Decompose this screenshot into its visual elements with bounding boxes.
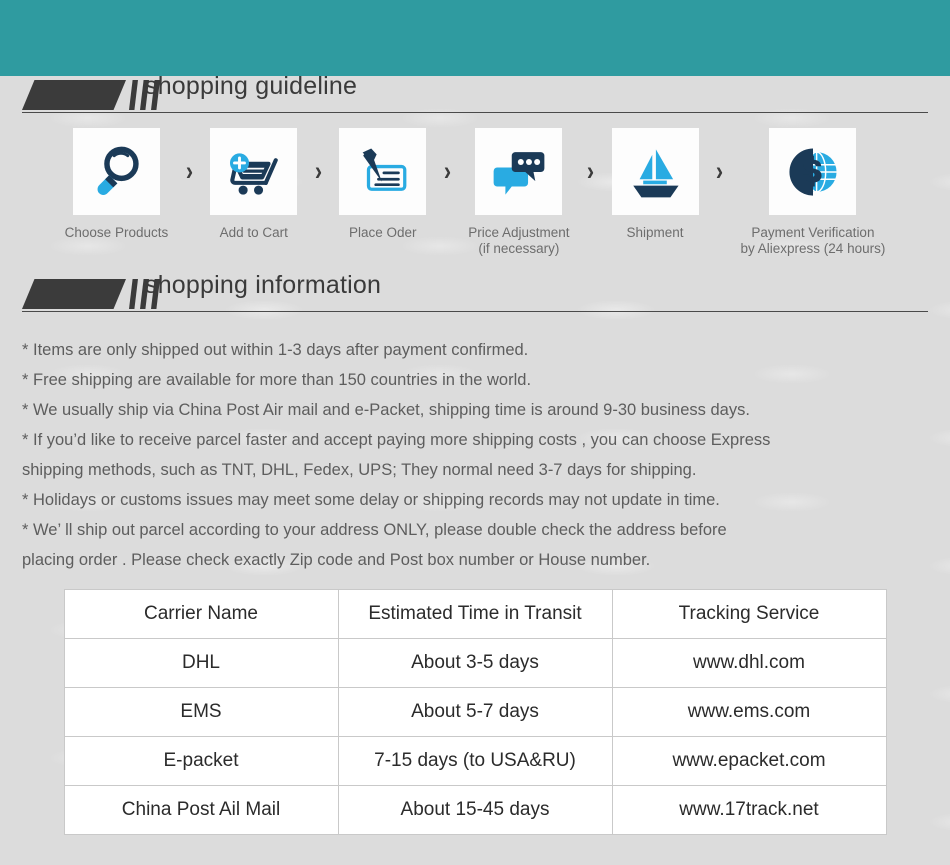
info-line: * Items are only shipped out within 1-3 …	[22, 341, 529, 359]
guideline-divider	[22, 112, 928, 113]
table-row: EMS About 5-7 days www.ems.com	[63, 687, 887, 737]
chevron-right-icon: ›	[715, 156, 724, 186]
tag-slash-icon-1	[129, 279, 138, 309]
step-separator-4: ›	[570, 128, 612, 215]
step-icon-box	[210, 128, 298, 215]
guideline-heading: shopping guideline	[145, 72, 358, 100]
dollar-globe-icon	[789, 147, 837, 196]
step-label: Payment Verification by Aliexpress (24 h…	[740, 225, 886, 256]
cell-carrier: China Post Ail Mail	[63, 785, 339, 835]
step-separator-1: ›	[168, 128, 210, 215]
tag-parallelogram-icon	[22, 279, 126, 309]
guideline-tag-decoration	[22, 80, 160, 110]
cell-carrier: E-packet	[63, 736, 339, 786]
step-label: Shipment	[626, 225, 684, 240]
cell-tracking-url[interactable]: www.17track.net	[611, 785, 887, 835]
sailboat-icon	[633, 148, 679, 197]
step-icon-box	[475, 128, 563, 215]
table-header-row: Carrier Name Estimated Time in Transit T…	[63, 589, 887, 639]
cell-transit-time: About 15-45 days	[337, 785, 613, 835]
step-choose-products[interactable]: Choose Products	[64, 128, 169, 241]
pen-card-icon	[362, 147, 407, 191]
info-line: * If you’d like to receive parcel faster…	[22, 431, 771, 479]
info-line: * We usually ship via China Post Air mai…	[22, 401, 750, 419]
information-tag-decoration	[22, 279, 160, 309]
step-label: Choose Products	[64, 225, 169, 240]
table-row: DHL About 3-5 days www.dhl.com	[63, 638, 887, 688]
tag-parallelogram-icon	[22, 80, 126, 110]
cell-carrier: EMS	[63, 687, 339, 737]
cell-carrier: DHL	[63, 638, 339, 688]
column-header-transit-time: Estimated Time in Transit	[337, 589, 613, 639]
step-place-order[interactable]: Place Oder	[339, 128, 427, 241]
info-line: * We’ ll ship out parcel according to yo…	[22, 521, 727, 569]
table-row: E-packet 7-15 days (to USA&RU) www.epack…	[63, 736, 887, 786]
info-line: * Free shipping are available for more t…	[22, 371, 532, 389]
information-section-header: shopping information	[0, 271, 950, 319]
shipping-info-page: shopping guideline Choose Products › Add…	[0, 0, 950, 865]
cell-tracking-url[interactable]: www.dhl.com	[611, 638, 887, 688]
chat-bubbles-icon	[493, 151, 545, 195]
step-shipment[interactable]: Shipment	[611, 128, 699, 241]
step-add-to-cart[interactable]: Add to Cart	[210, 128, 298, 241]
step-label: Place Oder	[348, 225, 417, 240]
step-icon-box	[72, 128, 160, 215]
top-color-bar	[0, 0, 950, 76]
guideline-section-header: shopping guideline	[0, 72, 950, 120]
shipping-table-wrapper: Carrier Name Estimated Time in Transit T…	[0, 575, 950, 835]
table-row: China Post Ail Mail About 15-45 days www…	[63, 785, 887, 835]
cell-tracking-url[interactable]: www.ems.com	[611, 687, 887, 737]
step-separator-5: ›	[699, 128, 741, 215]
step-icon-box	[339, 128, 427, 215]
magnifier-icon	[97, 146, 140, 195]
step-price-adjustment[interactable]: Price Adjustment (if necessary)	[468, 128, 570, 257]
step-label: Price Adjustment (if necessary)	[468, 225, 570, 256]
step-separator-2: ›	[297, 128, 339, 215]
chevron-right-icon: ›	[314, 156, 322, 186]
step-icon-box	[611, 128, 699, 215]
chevron-right-icon: ›	[586, 156, 595, 186]
chevron-right-icon: ›	[185, 156, 193, 186]
info-line: * Holidays or customs issues may meet so…	[22, 491, 720, 509]
cell-transit-time: About 3-5 days	[337, 638, 613, 688]
column-header-carrier: Carrier Name	[63, 589, 339, 639]
add-to-cart-icon	[229, 152, 278, 195]
information-list: * Items are only shipped out within 1-3 …	[0, 319, 950, 575]
information-divider	[22, 311, 928, 312]
step-label: Add to Cart	[219, 225, 288, 240]
cell-tracking-url[interactable]: www.epacket.com	[611, 736, 887, 786]
guideline-steps: Choose Products › Add to Cart › Place Od…	[0, 120, 950, 257]
step-icon-box	[769, 128, 857, 215]
column-header-tracking: Tracking Service	[611, 589, 887, 639]
cell-transit-time: About 5-7 days	[337, 687, 613, 737]
cell-transit-time: 7-15 days (to USA&RU)	[337, 736, 613, 786]
shipping-table: Carrier Name Estimated Time in Transit T…	[63, 589, 887, 835]
information-heading: shopping information	[145, 271, 382, 299]
tag-slash-icon-1	[129, 80, 138, 110]
step-separator-3: ›	[426, 128, 468, 215]
chevron-right-icon: ›	[443, 156, 451, 186]
step-payment-verification[interactable]: Payment Verification by Aliexpress (24 h…	[740, 128, 886, 257]
